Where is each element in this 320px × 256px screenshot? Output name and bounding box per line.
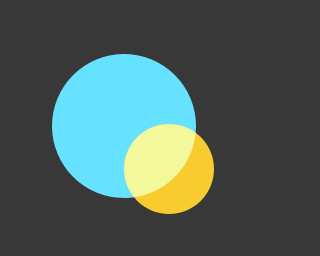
overlapping-circles-icon — [0, 0, 256, 256]
